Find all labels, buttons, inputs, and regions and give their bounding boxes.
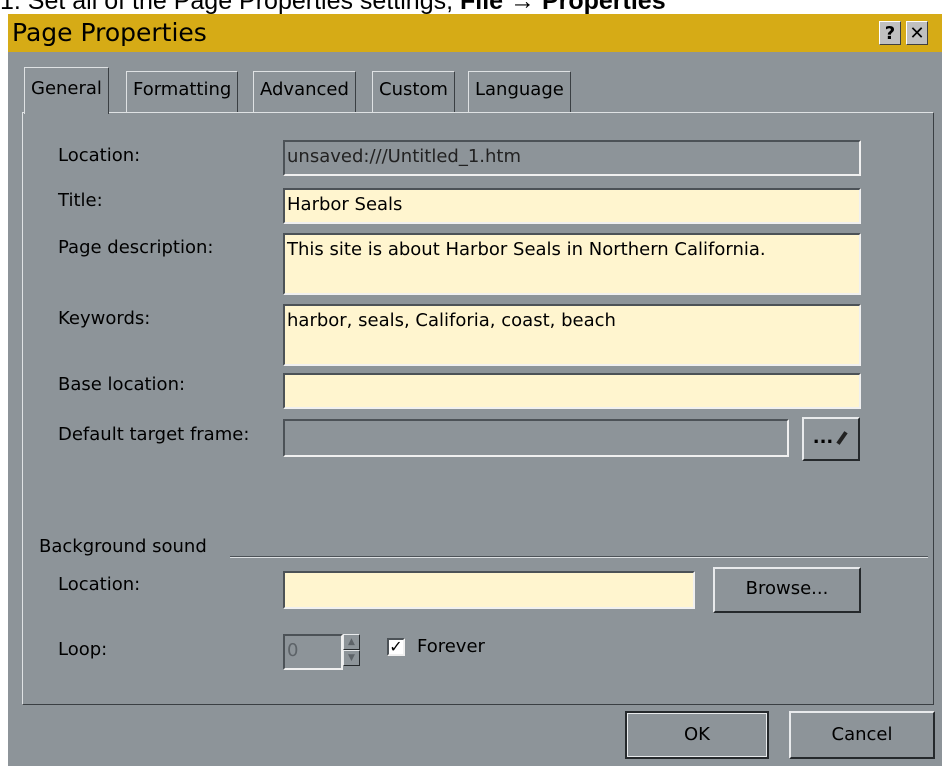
page-description-input[interactable]: This site is about Harbor Seals in North…	[283, 233, 861, 295]
keywords-input[interactable]: harbor, seals, Califoria, coast, beach	[283, 304, 861, 366]
loop-spinner: ▲ ▼	[343, 634, 360, 667]
tab-general[interactable]: General	[24, 67, 109, 114]
page-properties-dialog: Page Properties ? ✕ General Formatting A…	[8, 14, 942, 766]
base-location-label: Base location:	[58, 374, 186, 395]
default-target-frame-field	[283, 419, 789, 457]
background-sound-group-label: Background sound	[39, 536, 207, 557]
caption-prefix: 1. Set all of the Page Properties settin…	[0, 0, 460, 15]
browse-button[interactable]: Browse...	[713, 567, 861, 613]
caption-menu-path: File → Properties	[460, 0, 666, 15]
title-bar[interactable]: Page Properties ? ✕	[8, 14, 942, 52]
tab-custom[interactable]: Custom	[372, 71, 455, 112]
target-frame-dots: ...	[812, 427, 834, 448]
target-frame-button[interactable]: ...	[802, 417, 860, 461]
window-title: Page Properties	[12, 18, 207, 47]
spin-up-arrow-icon: ▲	[343, 634, 360, 650]
close-button[interactable]: ✕	[906, 21, 928, 45]
default-target-frame-label: Default target frame:	[58, 424, 250, 445]
keywords-label: Keywords:	[58, 308, 151, 329]
tab-language[interactable]: Language	[468, 71, 571, 112]
title-input[interactable]: Harbor Seals	[283, 188, 861, 224]
pencil-icon	[836, 431, 848, 445]
cancel-button[interactable]: Cancel	[789, 711, 935, 759]
loop-label: Loop:	[58, 639, 108, 660]
tab-advanced[interactable]: Advanced	[253, 71, 356, 112]
page-description-label: Page description:	[58, 237, 214, 258]
sound-location-input[interactable]	[283, 571, 695, 609]
loop-input: 0	[283, 634, 343, 670]
location-field: unsaved:///Untitled_1.htm	[283, 140, 861, 176]
group-divider	[230, 556, 928, 558]
forever-checkbox[interactable]: ✓	[387, 638, 405, 656]
spin-down-arrow-icon: ▼	[343, 650, 360, 666]
tab-formatting[interactable]: Formatting	[126, 71, 239, 112]
ok-button[interactable]: OK	[625, 711, 769, 759]
help-button[interactable]: ?	[879, 21, 901, 45]
sound-location-label: Location:	[58, 574, 141, 595]
title-label: Title:	[58, 190, 103, 211]
forever-label[interactable]: Forever	[417, 636, 485, 658]
base-location-input[interactable]	[283, 373, 861, 409]
location-label: Location:	[58, 145, 141, 166]
